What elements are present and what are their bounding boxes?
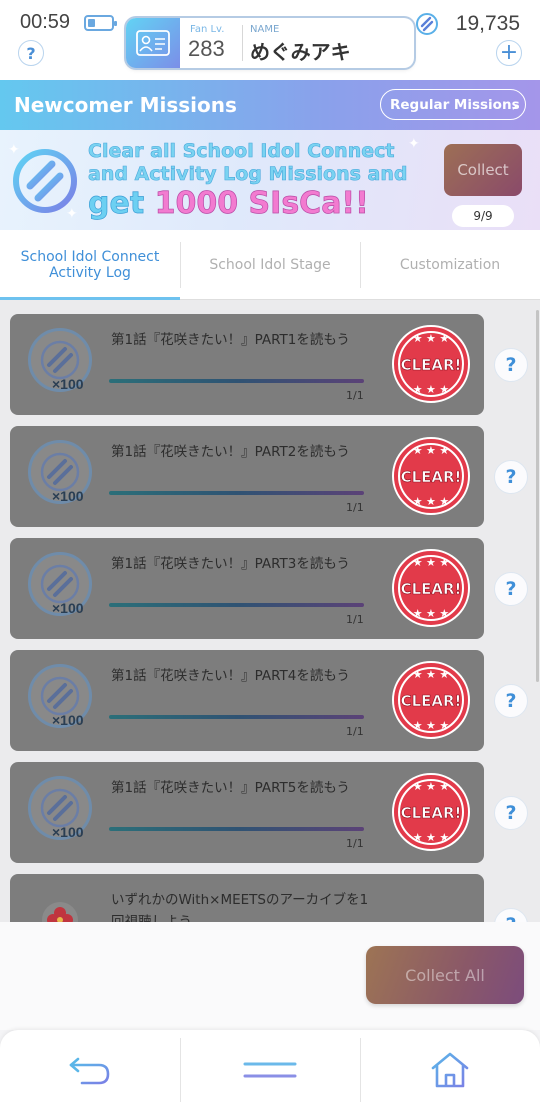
clear-stamp-icon: ★ ★ ★ ★ ★ ★ CLEAR! (392, 325, 470, 403)
mission-title: 第1話『花咲きたい！』PART1を読もう (111, 332, 350, 348)
divider (242, 25, 243, 61)
mission-card: いずれかのWith×MEETSのアーカイブを1回視聴しよう (10, 874, 484, 922)
banner-text-line2: and Activity Log Missions and (88, 163, 408, 186)
svg-text:★ ★ ★: ★ ★ ★ (413, 668, 450, 681)
fan-level-label: Fan Lv. (190, 24, 225, 35)
mission-help-button[interactable]: ? (494, 796, 528, 830)
profile-card-icon (126, 18, 180, 68)
mission-title: 第1話『花咲きたい！』PART4を読もう (111, 668, 350, 684)
progress-count: 1/1 (346, 389, 364, 402)
clear-stamp-icon: ★ ★ ★ ★ ★ ★ CLEAR! (392, 437, 470, 515)
battery-icon (84, 15, 117, 31)
sparkle-icon: ✦ (408, 136, 420, 152)
svg-text:★ ★ ★: ★ ★ ★ (413, 556, 450, 569)
profile-card[interactable]: Fan Lv. 283 NAME めぐみアキ (126, 18, 414, 68)
mission-help-button[interactable]: ? (494, 572, 528, 606)
mission-help-button[interactable]: ? (494, 908, 528, 922)
banner-get-text: get (88, 186, 155, 222)
svg-text:★ ★ ★: ★ ★ ★ (413, 383, 450, 396)
clear-stamp-icon: ★ ★ ★ ★ ★ ★ CLEAR! (392, 661, 470, 739)
add-coins-button[interactable]: + (496, 40, 522, 66)
status-bar: 00:59 ? Fan Lv. 283 NAME めぐみアキ 19,735 + (0, 0, 540, 80)
scrollbar[interactable] (536, 310, 539, 682)
menu-icon (243, 1062, 297, 1078)
reward-amount: ×100 (52, 712, 84, 728)
mission-title: いずれかのWith×MEETSのアーカイブを1回視聴しよう (111, 892, 369, 922)
fan-level-value: 283 (188, 36, 225, 61)
page-header: Newcomer Missions Regular Missions › (0, 80, 540, 130)
mission-help-button[interactable]: ? (494, 460, 528, 494)
tab-activity-log[interactable]: School Idol Connect Activity Log (0, 230, 180, 300)
mission-title: 第1話『花咲きたい！』PART5を読もう (111, 780, 350, 796)
chevron-right-icon: › (511, 96, 518, 115)
home-button[interactable] (360, 1030, 540, 1110)
coin-count: 19,735 (455, 12, 520, 35)
banner-text-line3: get 1000 SIsCa!! (88, 186, 370, 222)
progress-bar (109, 379, 364, 383)
mission-card: ×100 第1話『花咲きたい！』PART1を読もう 1/1 ★ ★ ★ ★ ★ … (10, 314, 484, 415)
menu-button[interactable] (180, 1030, 360, 1110)
regular-missions-label: Regular Missions (390, 96, 520, 113)
clear-stamp-icon: ★ ★ ★ ★ ★ ★ CLEAR! (392, 549, 470, 627)
svg-text:★ ★ ★: ★ ★ ★ (413, 332, 450, 345)
stamp-text: CLEAR! (401, 692, 462, 710)
banner-amount-text: 1000 SIsCa!! (154, 186, 369, 222)
svg-text:★ ★ ★: ★ ★ ★ (413, 495, 450, 508)
home-icon (431, 1052, 469, 1088)
progress-bar (109, 491, 364, 495)
mission-card: ×100 第1話『花咲きたい！』PART2を読もう 1/1 ★ ★ ★ ★ ★ … (10, 426, 484, 527)
mission-help-button[interactable]: ? (494, 684, 528, 718)
regular-missions-button[interactable]: Regular Missions › (380, 89, 526, 120)
progress-count: 1/1 (346, 725, 364, 738)
mission-title: 第1話『花咲きたい！』PART3を読もう (111, 556, 350, 572)
reward-amount: ×100 (52, 376, 84, 392)
tab-school-idol-stage[interactable]: School Idol Stage (180, 230, 360, 300)
help-button[interactable]: ? (18, 40, 44, 66)
flower-reward-icon (42, 902, 78, 922)
stamp-text: CLEAR! (401, 804, 462, 822)
svg-text:★ ★ ★: ★ ★ ★ (413, 719, 450, 732)
back-icon (69, 1057, 110, 1085)
svg-text:★ ★ ★: ★ ★ ★ (413, 831, 450, 844)
back-button[interactable] (0, 1030, 180, 1110)
progress-count: 1/1 (346, 613, 364, 626)
svg-text:★ ★ ★: ★ ★ ★ (413, 780, 450, 793)
clock: 00:59 (20, 11, 71, 33)
reward-banner: ✦ ✦ ✦ Clear all School Idol Connect and … (0, 130, 540, 230)
tab-customization[interactable]: Customization (360, 230, 540, 300)
mission-card: ×100 第1話『花咲きたい！』PART4を読もう 1/1 ★ ★ ★ ★ ★ … (10, 650, 484, 751)
stamp-text: CLEAR! (401, 580, 462, 598)
progress-count: 1/1 (346, 837, 364, 850)
sisca-coin-icon (416, 13, 438, 35)
mission-card: ×100 第1話『花咲きたい！』PART5を読もう 1/1 ★ ★ ★ ★ ★ … (10, 762, 484, 863)
stamp-text: CLEAR! (401, 468, 462, 486)
name-label: NAME (250, 24, 280, 35)
progress-bar (109, 603, 364, 607)
mission-card: ×100 第1話『花咲きたい！』PART3を読もう 1/1 ★ ★ ★ ★ ★ … (10, 538, 484, 639)
sisca-logo-icon (13, 149, 77, 213)
svg-text:★ ★ ★: ★ ★ ★ (413, 444, 450, 457)
reward-amount: ×100 (52, 488, 84, 504)
stamp-text: CLEAR! (401, 356, 462, 374)
page-title: Newcomer Missions (14, 93, 237, 117)
progress-bar (109, 715, 364, 719)
banner-text-line1: Clear all School Idol Connect (88, 140, 395, 163)
reward-amount: ×100 (52, 824, 84, 840)
collect-button[interactable]: Collect (444, 144, 522, 196)
clear-stamp-icon: ★ ★ ★ ★ ★ ★ CLEAR! (392, 773, 470, 851)
collect-progress: 9/9 (452, 205, 514, 227)
reward-amount: ×100 (52, 600, 84, 616)
collect-all-area: Collect All (0, 922, 540, 1030)
mission-title: 第1話『花咲きたい！』PART2を読もう (111, 444, 350, 460)
bottom-nav (0, 1030, 540, 1110)
svg-text:★ ★ ★: ★ ★ ★ (413, 607, 450, 620)
progress-count: 1/1 (346, 501, 364, 514)
collect-all-button[interactable]: Collect All (366, 946, 524, 1004)
mission-list[interactable]: ×100 第1話『花咲きたい！』PART1を読もう 1/1 ★ ★ ★ ★ ★ … (0, 300, 540, 922)
mission-tabs: School Idol Connect Activity Log School … (0, 230, 540, 300)
mission-help-button[interactable]: ? (494, 348, 528, 382)
user-name: めぐみアキ (250, 40, 351, 64)
progress-bar (109, 827, 364, 831)
